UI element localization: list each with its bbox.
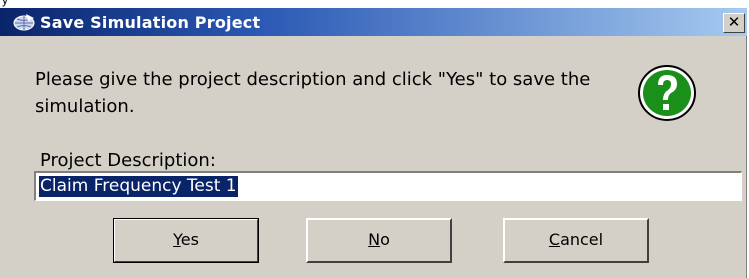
project-description-input[interactable]: Claim Frequency Test 1 [34, 171, 742, 201]
no-button[interactable]: No [306, 218, 452, 263]
project-description-value[interactable]: Claim Frequency Test 1 [39, 176, 238, 197]
project-description-label: Project Description: [40, 150, 216, 171]
dialog-message: Please give the project description and … [35, 69, 591, 117]
yes-label-rest: es [180, 230, 199, 249]
cancel-button[interactable]: Cancel [503, 218, 649, 263]
save-dialog: Save Simulation Project ✕ Please give th… [0, 8, 747, 278]
yes-mnemonic: Y [173, 230, 181, 249]
yes-button[interactable]: Yes [113, 218, 259, 263]
cancel-mnemonic: C [548, 230, 561, 249]
title-bar[interactable]: Save Simulation Project ✕ [0, 8, 747, 36]
cancel-label-rest: ancel [560, 230, 604, 249]
close-button[interactable]: ✕ [723, 13, 745, 33]
question-icon [638, 65, 696, 121]
top-text-fragment: y [2, 0, 8, 7]
dialog-title: Save Simulation Project [40, 13, 261, 32]
no-label-rest: o [380, 230, 390, 249]
no-mnemonic: N [368, 230, 381, 249]
save-globe-icon [13, 14, 35, 31]
top-strip: y [0, 0, 749, 8]
